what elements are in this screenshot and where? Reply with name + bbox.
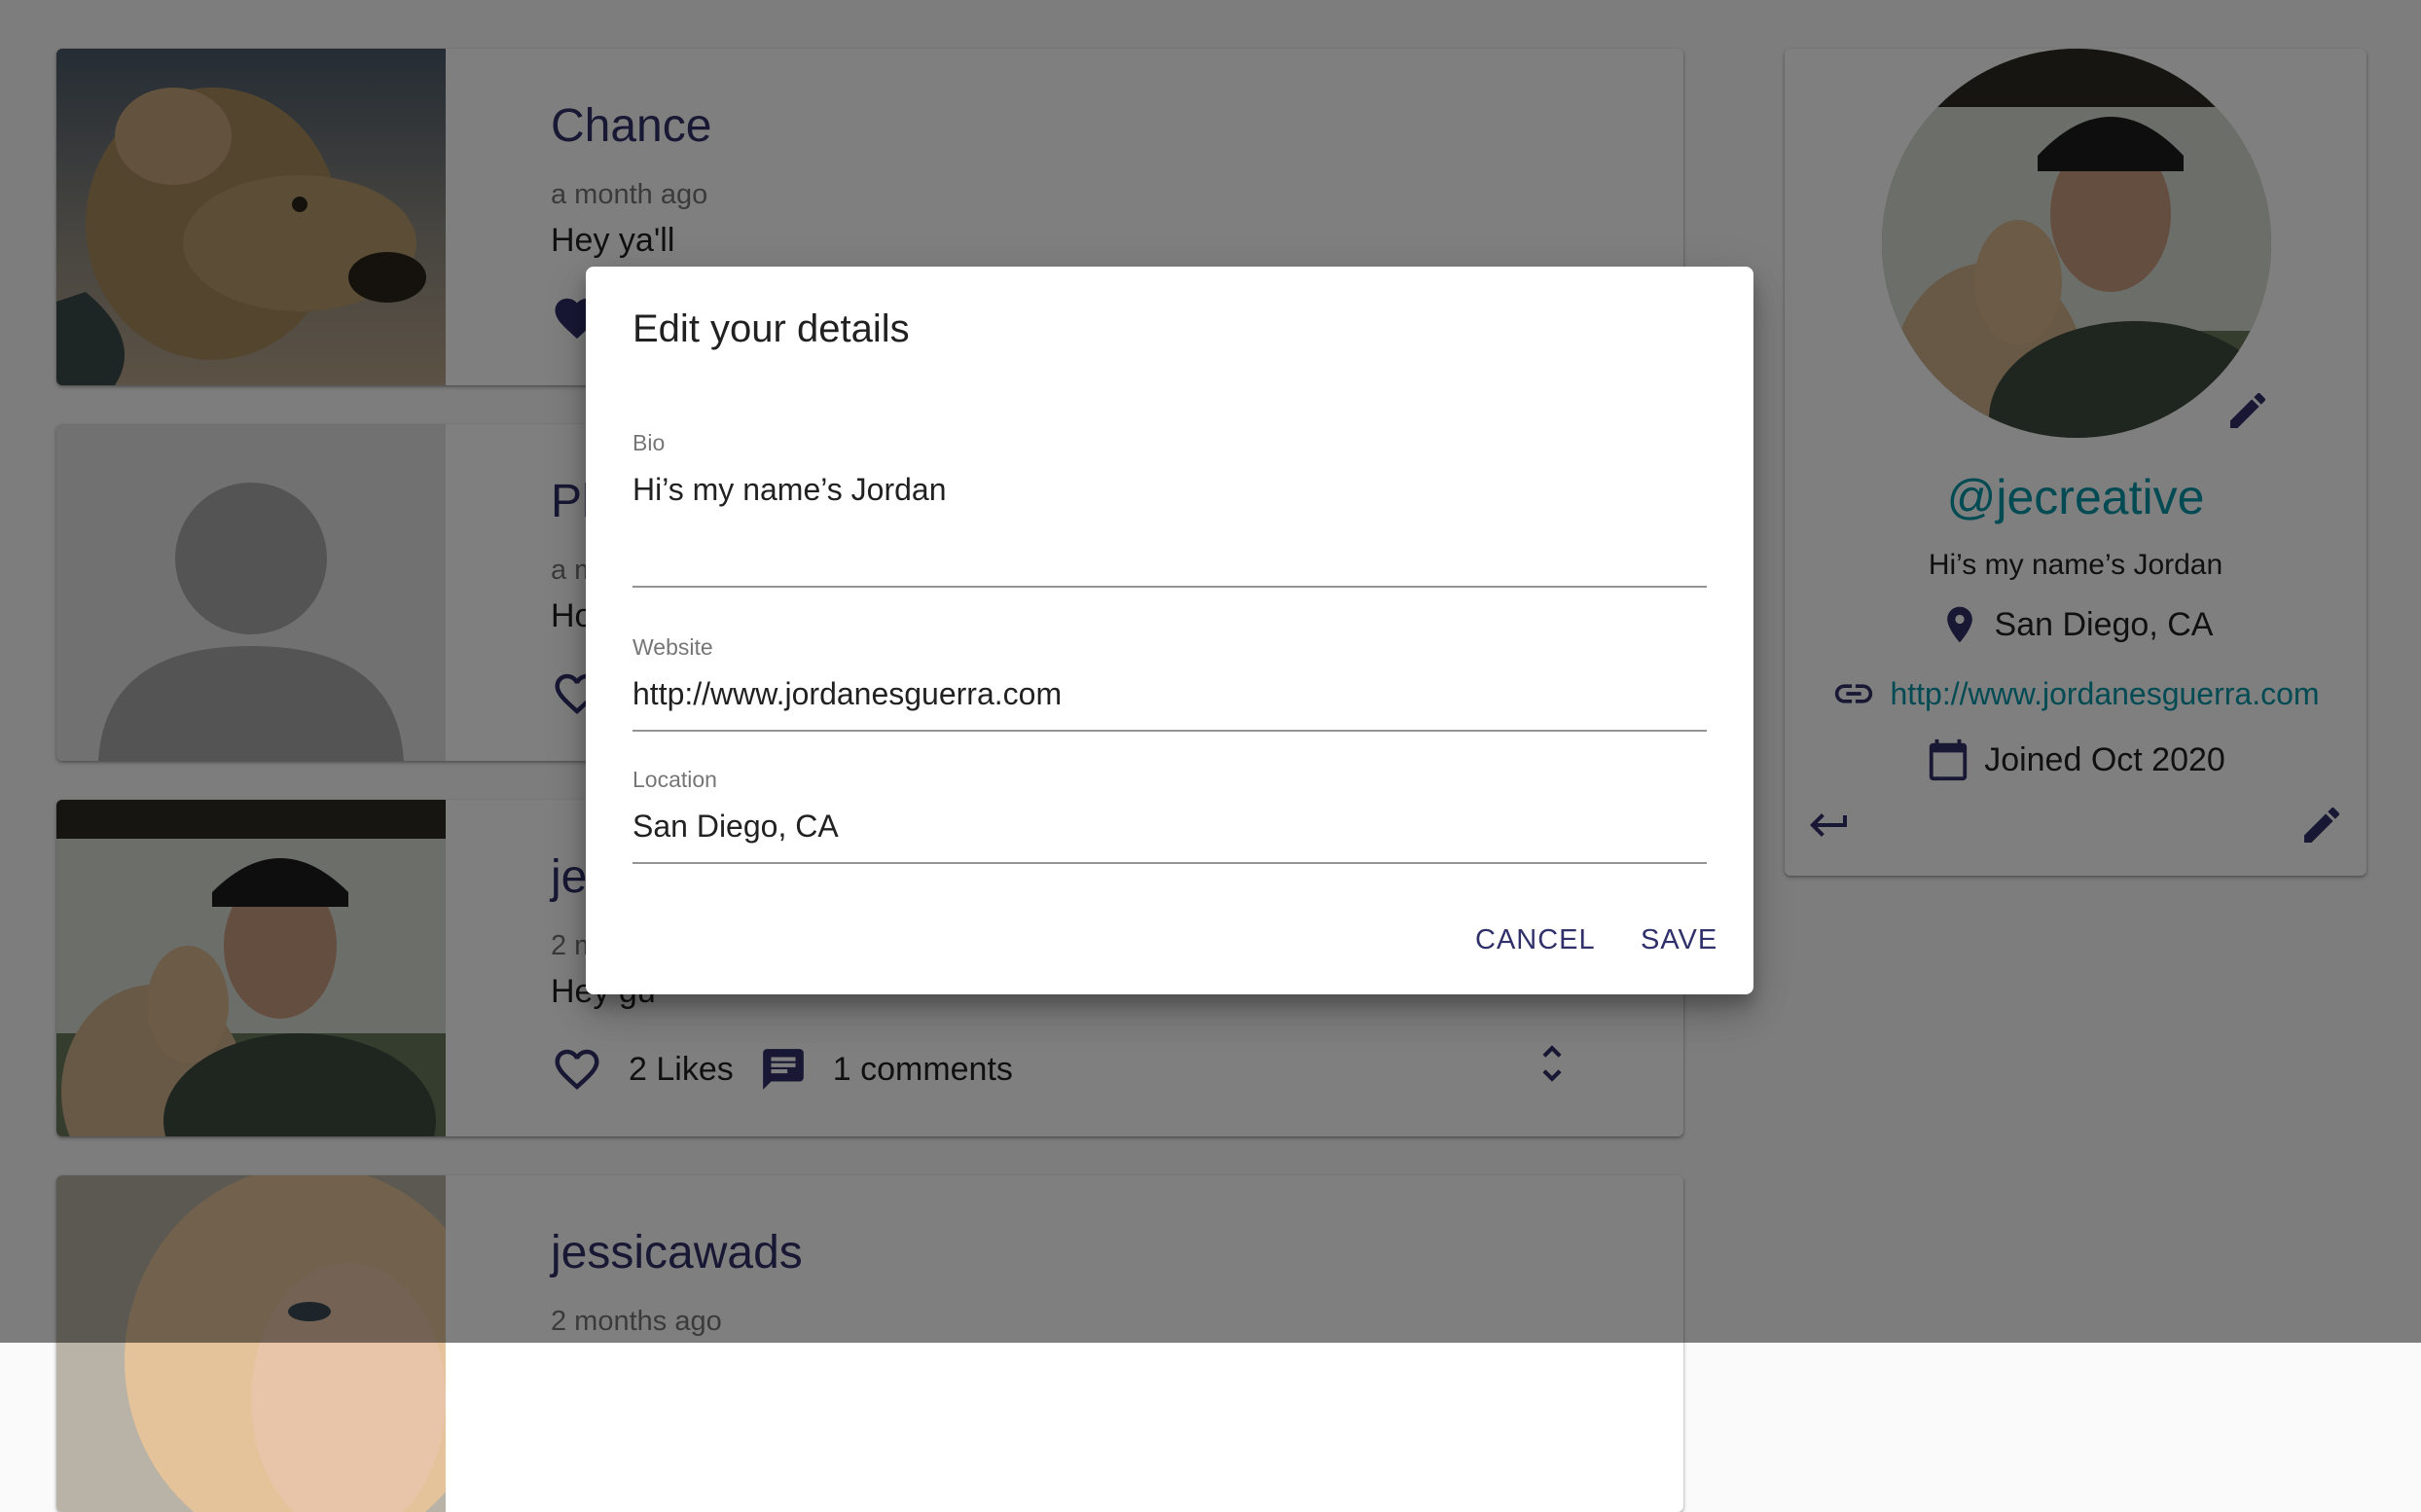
bio-input[interactable]: Hi’s my name’s Jordan	[632, 472, 1707, 508]
edit-details-dialog: Edit your details Bio Hi’s my name’s Jor…	[586, 267, 1753, 994]
website-label: Website	[632, 634, 713, 660]
location-underline	[632, 862, 1707, 864]
website-input[interactable]: http://www.jordanesguerra.com	[632, 676, 1707, 712]
website-underline	[632, 730, 1707, 732]
save-button[interactable]: SAVE	[1641, 924, 1717, 956]
bio-label: Bio	[632, 430, 666, 455]
cancel-button[interactable]: CANCEL	[1475, 924, 1596, 956]
dialog-title: Edit your details	[632, 307, 910, 350]
location-label: Location	[632, 767, 717, 792]
location-field[interactable]: Location San Diego, CA	[632, 767, 1707, 864]
website-field[interactable]: Website http://www.jordanesguerra.com	[632, 634, 1707, 732]
bio-field[interactable]: Bio Hi’s my name’s Jordan	[632, 430, 1707, 588]
bio-underline	[632, 586, 1707, 588]
location-input[interactable]: San Diego, CA	[632, 809, 1707, 845]
